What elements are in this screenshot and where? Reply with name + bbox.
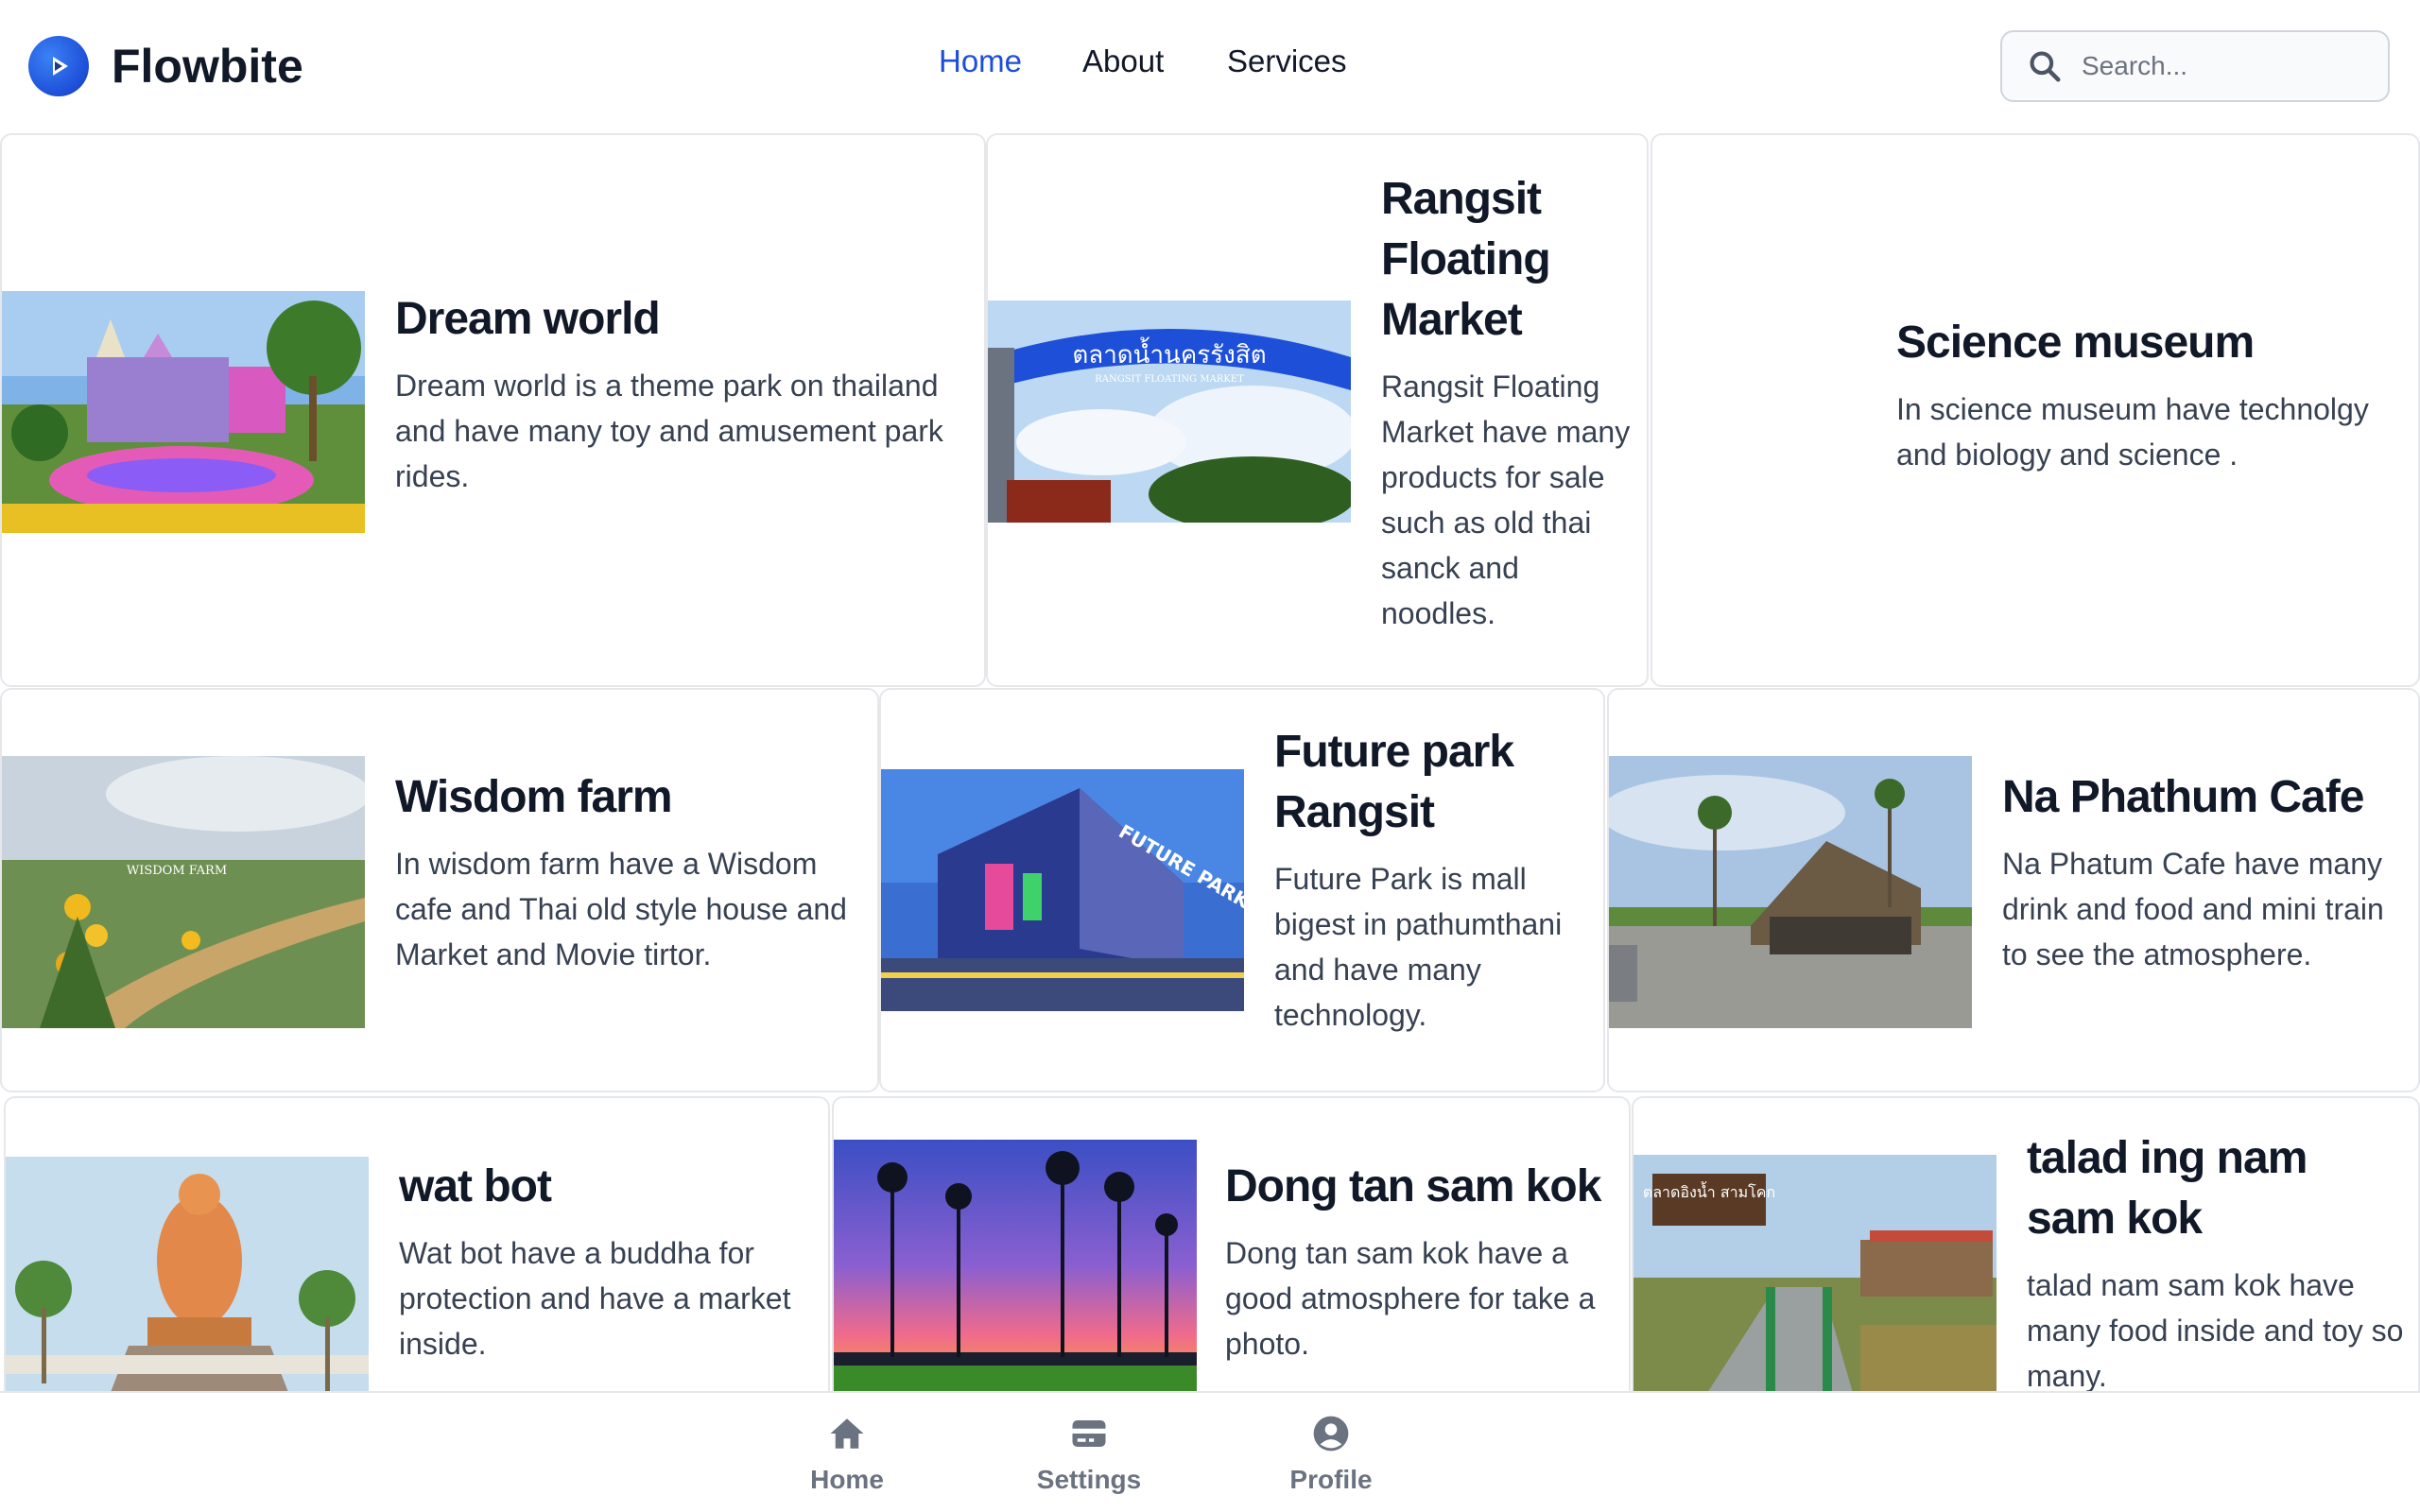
future-park-image: FUTURE PARK bbox=[881, 769, 1244, 1011]
floating-market-sign-text: ตลาดน้ำนครรังสิต bbox=[1072, 336, 1266, 369]
dream-world-image bbox=[2, 291, 365, 533]
navbar: Flowbite Home About Services bbox=[0, 0, 2420, 134]
bottom-nav-label: Home bbox=[810, 1465, 884, 1494]
na-phathum-cafe-image bbox=[1609, 756, 1972, 1028]
search-box[interactable] bbox=[2000, 30, 2390, 102]
card-rangsit-floating-market[interactable]: ตลาดน้ำนครรังสิต RANGSIT FLOATING MARKET… bbox=[986, 133, 1649, 687]
card-title: Future park Rangsit bbox=[1274, 727, 1514, 837]
card-na-phathum-cafe[interactable]: Na Phathum Cafe Na Phatum Cafe have many… bbox=[1607, 688, 2420, 1092]
card-title: Dream world bbox=[395, 294, 661, 344]
credit-card-icon bbox=[1072, 1420, 1106, 1447]
card-description: Rangsit Floating Market have many produc… bbox=[1381, 369, 1631, 630]
dong-tan-sam-kok-image bbox=[834, 1140, 1197, 1416]
home-icon bbox=[830, 1418, 864, 1449]
card-description: Na Phatum Cafe have many drink and food … bbox=[2002, 847, 2384, 971]
card-title: wat bot bbox=[399, 1161, 552, 1211]
wisdom-farm-sign-text: WISDOM FARM bbox=[127, 864, 227, 878]
card-title: Science museum bbox=[1896, 318, 2255, 368]
rangsit-floating-market-image: ตลาดน้ำนครรังสิต RANGSIT FLOATING MARKET bbox=[988, 301, 1351, 523]
brand-link[interactable]: Flowbite bbox=[28, 36, 303, 96]
bottom-nav-home[interactable]: Home bbox=[771, 1414, 923, 1495]
card-description: Dong tan sam kok have a good atmosphere … bbox=[1225, 1236, 1596, 1361]
floating-market-sign-subtext: RANGSIT FLOATING MARKET bbox=[1095, 374, 1244, 385]
card-description: Wat bot have a buddha for protection and… bbox=[399, 1236, 791, 1361]
page: Flowbite Home About Services Search... D… bbox=[0, 0, 2420, 1512]
card-description: In wisdom farm have a Wisdom cafe and Th… bbox=[395, 847, 847, 971]
card-wat-bot[interactable]: wat bot Wat bot have a buddha for protec… bbox=[4, 1096, 830, 1418]
bottom-navigation: Home Settings Profile bbox=[0, 1391, 2420, 1512]
card-dream-world[interactable]: Dream world Dream world is a theme park … bbox=[0, 133, 986, 687]
card-title: Wisdom farm bbox=[395, 772, 673, 822]
user-circle-icon bbox=[1313, 1416, 1349, 1452]
search-icon bbox=[2030, 51, 2061, 82]
wisdom-farm-image: WISDOM FARM bbox=[2, 756, 365, 1028]
bottom-nav-label: Profile bbox=[1289, 1465, 1373, 1494]
flowbite-logo-icon bbox=[28, 36, 89, 96]
search-input[interactable] bbox=[2082, 51, 2384, 81]
card-description: Dream world is a theme park on thailand … bbox=[395, 369, 943, 493]
brand-name: Flowbite bbox=[112, 40, 303, 93]
card-title: talad ing nam sam kok bbox=[2027, 1133, 2308, 1244]
bottom-nav-profile[interactable]: Profile bbox=[1255, 1414, 1407, 1495]
nav-link-about[interactable]: About bbox=[1082, 43, 1164, 79]
card-talad-ing-nam-sam-kok[interactable]: ตลาดอิงน้ำ สามโคก talad ing nam sam kok … bbox=[1632, 1096, 2420, 1418]
card-title: Rangsit Floating Market bbox=[1381, 174, 1551, 345]
card-wisdom-farm[interactable]: WISDOM FARM Wisdom farm In wisdom farm h… bbox=[0, 688, 879, 1092]
card-dong-tan-sam-kok[interactable]: Dong tan sam kok Dong tan sam kok have a… bbox=[832, 1096, 1631, 1418]
wat-bot-image bbox=[6, 1157, 369, 1416]
card-description: talad nam sam kok have many food inside … bbox=[2027, 1268, 2404, 1393]
bottom-nav-settings[interactable]: Settings bbox=[1013, 1414, 1165, 1495]
card-description: In science museum have technolgy and bio… bbox=[1896, 392, 2369, 472]
card-future-park-rangsit[interactable]: FUTURE PARK Future park Rangsit Future P… bbox=[879, 688, 1605, 1092]
bottom-nav-label: Settings bbox=[1036, 1465, 1142, 1494]
card-title: Dong tan sam kok bbox=[1225, 1161, 1601, 1211]
card-science-museum[interactable]: Science museum In science museum have te… bbox=[1651, 133, 2420, 687]
card-title: Na Phathum Cafe bbox=[2002, 772, 2364, 822]
nav-link-home[interactable]: Home bbox=[939, 43, 1022, 79]
talad-ing-nam-sign-text: ตลาดอิงน้ำ สามโคก bbox=[1643, 1181, 1775, 1201]
nav-link-services[interactable]: Services bbox=[1227, 43, 1347, 79]
talad-ing-nam-image: ตลาดอิงน้ำ สามโคก bbox=[1634, 1155, 1996, 1416]
card-description: Future Park is mall bigest in pathumthan… bbox=[1274, 862, 1563, 1032]
